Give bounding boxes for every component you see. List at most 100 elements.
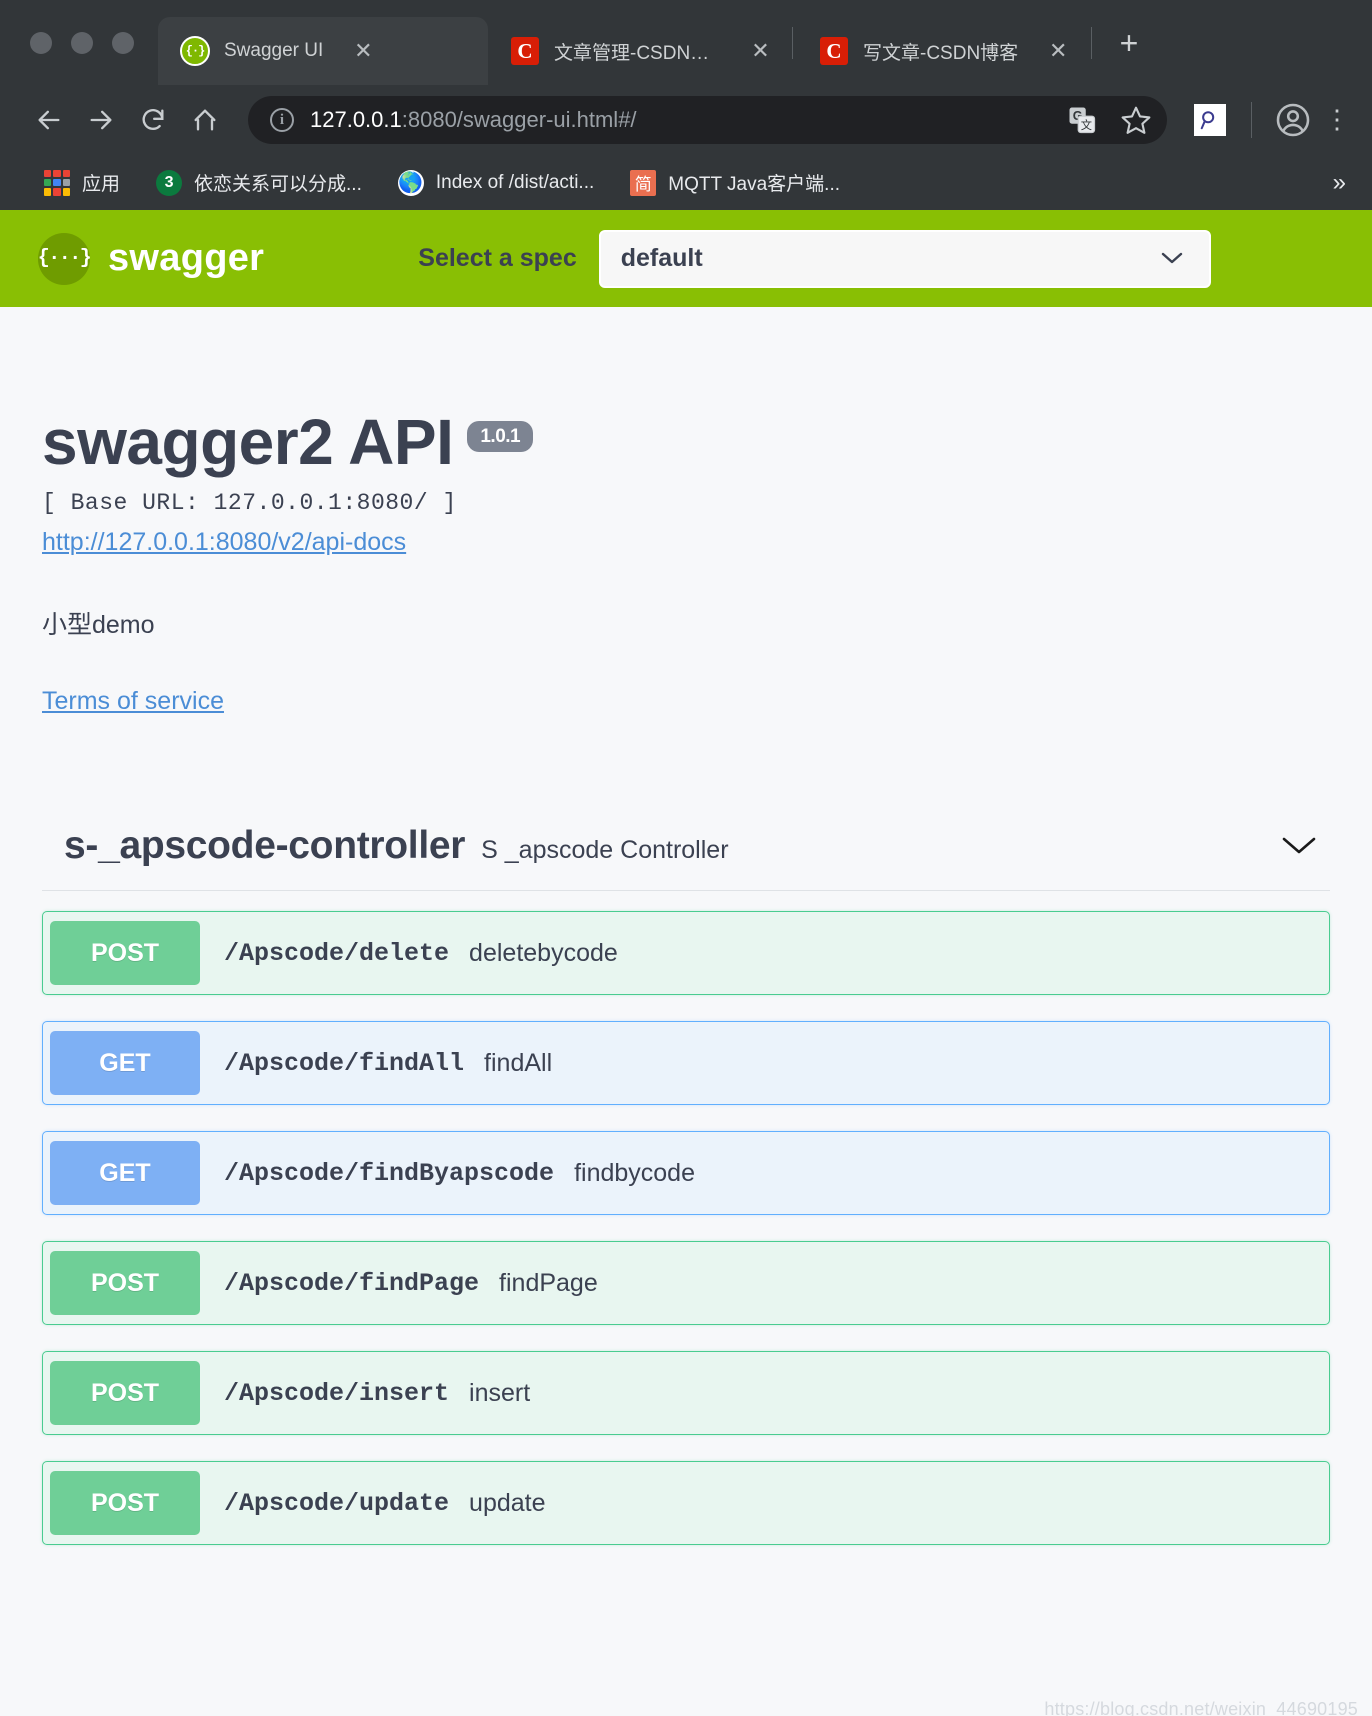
bookmarks-bar: 应用 3 依恋关系可以分成... 🌎 Index of /dist/acti..… xyxy=(0,155,1372,210)
bookmark-label: 应用 xyxy=(82,174,121,195)
browser-chrome: {·} Swagger UI ✕ C 文章管理-CSDN博客 ✕ C 写文章-C… xyxy=(0,0,1372,210)
home-icon[interactable] xyxy=(182,97,228,143)
api-title-text: swagger2 API xyxy=(42,406,454,478)
browser-toolbar: i 127.0.0.1:8080/swagger-ui.html#/ G文 ⋮ xyxy=(0,85,1372,155)
bookmark-label: 依恋关系可以分成... xyxy=(194,174,362,195)
tag-section-apscode-controller: s-_apscode-controller S _apscode Control… xyxy=(42,824,1330,1546)
number-3-icon: 3 xyxy=(156,169,183,196)
tab-strip: {·} Swagger UI ✕ C 文章管理-CSDN博客 ✕ C 写文章-C… xyxy=(0,0,1372,85)
tag-name: s-_apscode-controller xyxy=(64,824,466,868)
url-path: :8080/swagger-ui.html#/ xyxy=(401,107,637,132)
tag-description: S _apscode Controller xyxy=(481,836,729,865)
close-window-button[interactable] xyxy=(30,31,52,54)
csdn-favicon: C xyxy=(819,36,849,66)
swagger-favicon: {·} xyxy=(180,36,210,66)
tab-divider xyxy=(792,26,793,59)
operation-summary: update xyxy=(469,1488,546,1517)
profile-avatar-icon[interactable] xyxy=(1270,97,1316,143)
operation-path: /Apscode/findAll xyxy=(224,1048,465,1078)
http-method-badge: GET xyxy=(50,1141,200,1206)
select-spec-label: Select a spec xyxy=(418,244,577,272)
bookmark-apps[interactable]: 应用 xyxy=(26,163,138,203)
apps-grid-icon xyxy=(44,169,70,196)
new-tab-button[interactable]: + xyxy=(1104,27,1154,59)
chevron-down-icon[interactable] xyxy=(1276,830,1322,860)
base-url-text: [ Base URL: 127.0.0.1:8080/ ] xyxy=(42,490,457,517)
back-icon[interactable] xyxy=(26,97,72,143)
tab-close-button[interactable]: ✕ xyxy=(351,38,375,64)
operation-summary: findbycode xyxy=(574,1158,695,1187)
bookmark-mqtt-java[interactable]: 简 MQTT Java客户端... xyxy=(612,163,858,203)
http-method-badge: POST xyxy=(50,921,200,986)
forward-icon[interactable] xyxy=(78,97,124,143)
bookmark-star-icon[interactable] xyxy=(1117,101,1155,139)
window-controls[interactable] xyxy=(22,0,158,85)
tab-title: 写文章-CSDN博客 xyxy=(863,42,1019,64)
globe-icon: 🌎 xyxy=(397,169,424,196)
tab-close-button[interactable]: ✕ xyxy=(749,38,772,64)
tab-write-article[interactable]: C 写文章-CSDN博客 ✕ xyxy=(797,17,1087,85)
spec-select-value: default xyxy=(620,244,703,272)
operation-summary: insert xyxy=(469,1378,531,1407)
operation-path: /Apscode/findByapscode xyxy=(224,1158,555,1188)
operation-path: /Apscode/findPage xyxy=(224,1268,480,1298)
search-extension-icon[interactable] xyxy=(1187,97,1233,143)
http-method-badge: POST xyxy=(50,1471,200,1536)
site-info-icon[interactable]: i xyxy=(270,108,294,132)
operation-summary: findAll xyxy=(484,1048,553,1077)
minimize-window-button[interactable] xyxy=(71,31,93,54)
reload-icon[interactable] xyxy=(130,97,176,143)
watermark: https://blog.csdn.net/weixin_44690195 xyxy=(1044,1699,1358,1716)
operation-row[interactable]: GET /Apscode/findAll findAll xyxy=(42,1021,1330,1106)
operation-row[interactable]: POST /Apscode/update update xyxy=(42,1461,1330,1546)
operation-path: /Apscode/delete xyxy=(224,938,450,968)
spec-select[interactable]: default xyxy=(598,229,1211,288)
tab-divider xyxy=(1091,26,1092,59)
http-method-badge: POST xyxy=(50,1251,200,1316)
tab-title: 文章管理-CSDN博客 xyxy=(554,42,721,64)
bookmark-yilian[interactable]: 3 依恋关系可以分成... xyxy=(138,163,380,203)
url-host: 127.0.0.1 xyxy=(310,107,402,132)
bookmark-index-dist[interactable]: 🌎 Index of /dist/acti... xyxy=(380,163,612,203)
browser-menu-icon[interactable]: ⋮ xyxy=(1322,97,1352,143)
operation-summary: deletebycode xyxy=(469,938,618,967)
http-method-badge: POST xyxy=(50,1361,200,1426)
swagger-logo-icon: {···} xyxy=(38,232,92,285)
swagger-topbar: {···} swagger Select a spec default xyxy=(0,210,1372,307)
api-description: 小型demo xyxy=(42,611,155,640)
bookmarks-overflow-icon[interactable]: » xyxy=(1333,169,1354,197)
operation-path: /Apscode/update xyxy=(224,1488,450,1518)
operation-row[interactable]: POST /Apscode/insert insert xyxy=(42,1351,1330,1436)
terms-of-service-link[interactable]: Terms of service xyxy=(42,687,224,716)
operation-summary: findPage xyxy=(499,1268,598,1297)
chevron-down-icon xyxy=(1159,245,1185,273)
api-docs-link[interactable]: http://127.0.0.1:8080/v2/api-docs xyxy=(42,528,406,557)
operation-list: POST /Apscode/delete deletebycode GET /A… xyxy=(42,891,1330,1546)
tag-header[interactable]: s-_apscode-controller S _apscode Control… xyxy=(42,824,1330,892)
address-bar[interactable]: i 127.0.0.1:8080/swagger-ui.html#/ G文 xyxy=(248,96,1167,144)
svg-text:文: 文 xyxy=(1081,118,1092,132)
tab-swagger-ui[interactable]: {·} Swagger UI ✕ xyxy=(158,17,488,85)
operation-row[interactable]: POST /Apscode/findPage findPage xyxy=(42,1241,1330,1326)
operation-path: /Apscode/insert xyxy=(224,1378,450,1408)
tab-close-button[interactable]: ✕ xyxy=(1046,38,1070,64)
operation-row[interactable]: GET /Apscode/findByapscode findbycode xyxy=(42,1131,1330,1216)
translate-icon[interactable]: G文 xyxy=(1063,101,1101,139)
bookmark-label: Index of /dist/acti... xyxy=(435,171,595,193)
maximize-window-button[interactable] xyxy=(112,31,134,54)
swagger-content: swagger2 API 1.0.1 [ Base URL: 127.0.0.1… xyxy=(0,307,1372,1716)
version-badge: 1.0.1 xyxy=(467,421,534,452)
swagger-logo[interactable]: {···} swagger xyxy=(38,232,265,285)
toolbar-divider xyxy=(1251,102,1252,138)
url-text: 127.0.0.1:8080/swagger-ui.html#/ xyxy=(310,107,1047,133)
jian-icon: 简 xyxy=(630,169,657,196)
tab-article-manage[interactable]: C 文章管理-CSDN博客 ✕ xyxy=(488,17,788,85)
swagger-logo-text: swagger xyxy=(108,237,265,279)
http-method-badge: GET xyxy=(50,1031,200,1096)
page-title: swagger2 API 1.0.1 xyxy=(42,406,1330,478)
operation-row[interactable]: POST /Apscode/delete deletebycode xyxy=(42,911,1330,996)
csdn-favicon: C xyxy=(510,36,540,66)
bookmark-label: MQTT Java客户端... xyxy=(668,174,841,195)
api-info-block: swagger2 API 1.0.1 [ Base URL: 127.0.0.1… xyxy=(42,307,1330,716)
tab-title: Swagger UI xyxy=(224,40,324,61)
